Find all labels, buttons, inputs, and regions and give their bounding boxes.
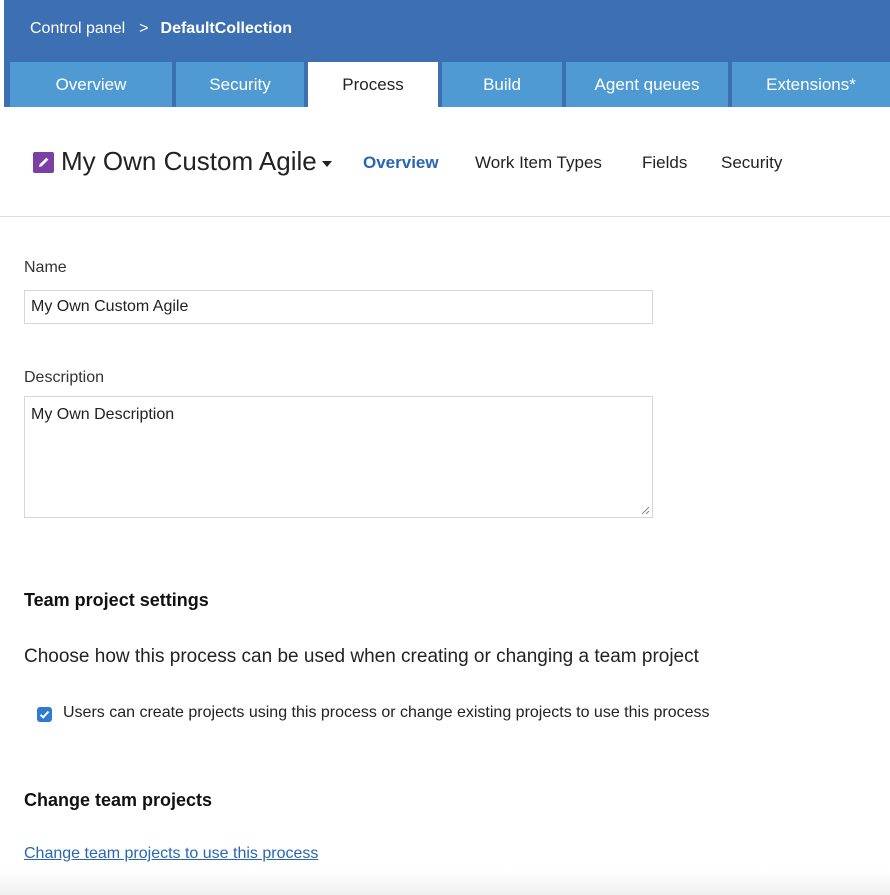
tab-overview[interactable]: Overview (10, 62, 172, 107)
bottom-edge (0, 870, 890, 895)
control-panel-page: Control panel > DefaultCollection Overview… (0, 0, 890, 895)
process-title-row: My Own Custom Agile Overview Work Item T… (0, 136, 890, 192)
tab-process[interactable]: Process (308, 62, 438, 107)
team-project-settings-description: Choose how this process can be used when… (24, 646, 699, 667)
tab-build[interactable]: Build (442, 62, 562, 107)
subnav-security[interactable]: Security (721, 153, 782, 173)
checkmark-icon (39, 710, 50, 719)
top-header: Control panel > DefaultCollection Overview… (4, 0, 890, 107)
pencil-icon (33, 152, 54, 173)
chevron-down-icon[interactable] (322, 161, 332, 167)
breadcrumb: Control panel > DefaultCollection (30, 20, 292, 38)
resize-handle-icon[interactable] (640, 505, 650, 515)
allow-projects-checkbox[interactable] (37, 707, 52, 722)
description-label: Description (24, 369, 105, 386)
name-label: Name (24, 259, 67, 276)
description-textarea[interactable]: My Own Description (24, 396, 653, 518)
change-team-projects-heading: Change team projects (24, 790, 213, 810)
allow-projects-checkbox-label[interactable]: Users can create projects using this pro… (63, 704, 710, 722)
divider (0, 216, 890, 217)
subnav-overview[interactable]: Overview (363, 153, 439, 173)
name-input[interactable] (24, 290, 653, 324)
tab-extensions[interactable]: Extensions* (732, 62, 890, 107)
tab-agent-queues[interactable]: Agent queues (566, 62, 728, 107)
hub-tabs: Overview Security Process Build Agent qu… (10, 62, 890, 107)
breadcrumb-control-panel[interactable]: Control panel (30, 20, 125, 37)
tab-security[interactable]: Security (176, 62, 304, 107)
subnav-work-item-types[interactable]: Work Item Types (475, 153, 602, 173)
change-team-projects-link[interactable]: Change team projects to use this process (24, 845, 318, 863)
breadcrumb-separator: > (139, 20, 149, 37)
breadcrumb-default-collection[interactable]: DefaultCollection (161, 20, 293, 37)
process-title[interactable]: My Own Custom Agile (61, 146, 317, 177)
subnav-fields[interactable]: Fields (642, 153, 687, 173)
team-project-settings-heading: Team project settings (24, 590, 209, 610)
